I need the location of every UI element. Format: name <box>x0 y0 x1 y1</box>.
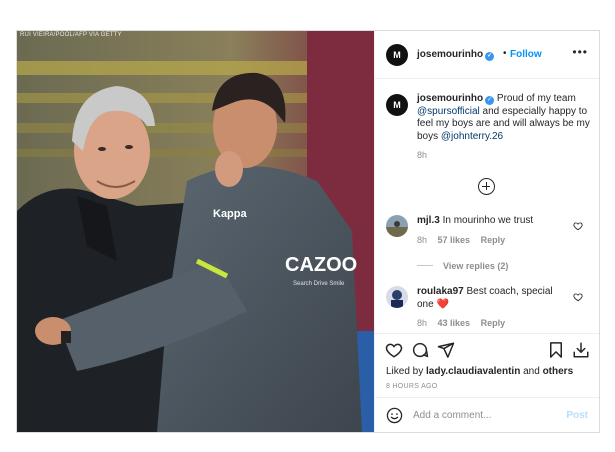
post-side-panel: M josemourinho ✓ • Follow ••• M josemouri… <box>374 31 599 432</box>
comment-avatar[interactable] <box>386 215 408 237</box>
heart-icon[interactable] <box>385 341 403 359</box>
comment-time: 8h <box>417 318 428 328</box>
jacket-sponsor: CAZOO <box>285 254 357 276</box>
post-caption: M josemourinho ✓ Proud of my team @spurso… <box>386 93 591 162</box>
plus-circle-icon[interactable] <box>478 178 495 195</box>
comment-likes[interactable]: 43 likes <box>438 318 471 328</box>
jacket-brand: Kappa <box>213 208 248 220</box>
photo-illustration: Kappa CAZOO Search Drive Smile <box>17 31 374 432</box>
mention-johnterry[interactable]: @johnterry.26 <box>441 131 503 142</box>
caption-text: josemourinho ✓ Proud of my team @spursoff… <box>417 93 591 162</box>
comment-icon[interactable] <box>411 341 429 359</box>
reply-button[interactable]: Reply <box>481 318 506 328</box>
replies-divider <box>417 265 433 266</box>
heart-icon[interactable] <box>573 292 583 302</box>
comment-input[interactable] <box>413 406 553 424</box>
liked-by-others[interactable]: others <box>543 366 574 377</box>
post-photo: Kappa CAZOO Search Drive Smile RUI VIEIR… <box>17 31 374 432</box>
view-replies-button[interactable]: View replies (2) <box>417 261 508 271</box>
posted-time: 8 HOURS AGO <box>386 383 438 390</box>
verified-icon: ✓ <box>485 96 495 105</box>
bookmark-icon[interactable] <box>547 341 565 359</box>
share-icon[interactable] <box>437 341 455 359</box>
post-actions: Liked by lady.claudiavalentin and others… <box>375 333 599 432</box>
caption-text-1: Proud of my team <box>496 93 576 104</box>
comment-text: mjl.3 In mourinho we trust <box>417 215 567 228</box>
header-separator: • <box>503 48 507 59</box>
mention-spursofficial[interactable]: @spursofficial <box>417 106 480 117</box>
photo-credit: RUI VIEIRA/POOL/AFP VIA GETTY <box>20 32 122 38</box>
liked-by-and: and <box>520 366 543 377</box>
liked-by-prefix: Liked by <box>386 366 427 377</box>
add-comment-bar: Post <box>375 397 599 432</box>
caption-username[interactable]: josemourinho <box>417 93 483 104</box>
comment-meta: 8h 57 likes Reply <box>417 235 591 245</box>
reply-button[interactable]: Reply <box>481 235 506 245</box>
liked-by: Liked by lady.claudiavalentin and others <box>386 366 573 377</box>
author-username-row: josemourinho ✓ <box>417 49 495 61</box>
comment-username[interactable]: mjl.3 <box>417 215 440 226</box>
emoji-icon[interactable] <box>386 407 403 424</box>
caption-time: 8h <box>417 150 428 160</box>
follow-button[interactable]: Follow <box>510 49 542 60</box>
comment-item: mjl.3 In mourinho we trust 8h 57 likes R… <box>386 215 591 245</box>
comment-time: 8h <box>417 234 428 245</box>
more-icon[interactable]: ••• <box>572 45 588 59</box>
view-replies-label: View replies (2) <box>443 261 509 271</box>
heart-icon[interactable] <box>573 221 583 231</box>
save-icon[interactable] <box>572 341 590 359</box>
comment-item: roulaka97 Best coach, special one ❤️ 8h … <box>386 286 591 328</box>
liked-by-user[interactable]: lady.claudiavalentin <box>426 366 520 377</box>
post-button[interactable]: Post <box>566 410 588 421</box>
comment-body: In mourinho we trust <box>442 215 534 226</box>
author-avatar[interactable]: M <box>386 44 408 66</box>
verified-icon: ✓ <box>485 52 495 61</box>
instagram-post: Kappa CAZOO Search Drive Smile RUI VIEIR… <box>16 30 600 433</box>
comment-text: roulaka97 Best coach, special one ❤️ <box>417 286 567 311</box>
comment-meta: 8h 43 likes Reply <box>417 318 591 328</box>
jacket-tagline: Search Drive Smile <box>293 281 345 287</box>
comment-avatar[interactable] <box>386 286 408 308</box>
post-header: M josemourinho ✓ • Follow ••• <box>375 31 599 79</box>
caption-avatar[interactable]: M <box>386 94 408 116</box>
author-username[interactable]: josemourinho <box>417 49 483 60</box>
comment-likes[interactable]: 57 likes <box>438 235 471 245</box>
comment-username[interactable]: roulaka97 <box>417 286 464 297</box>
